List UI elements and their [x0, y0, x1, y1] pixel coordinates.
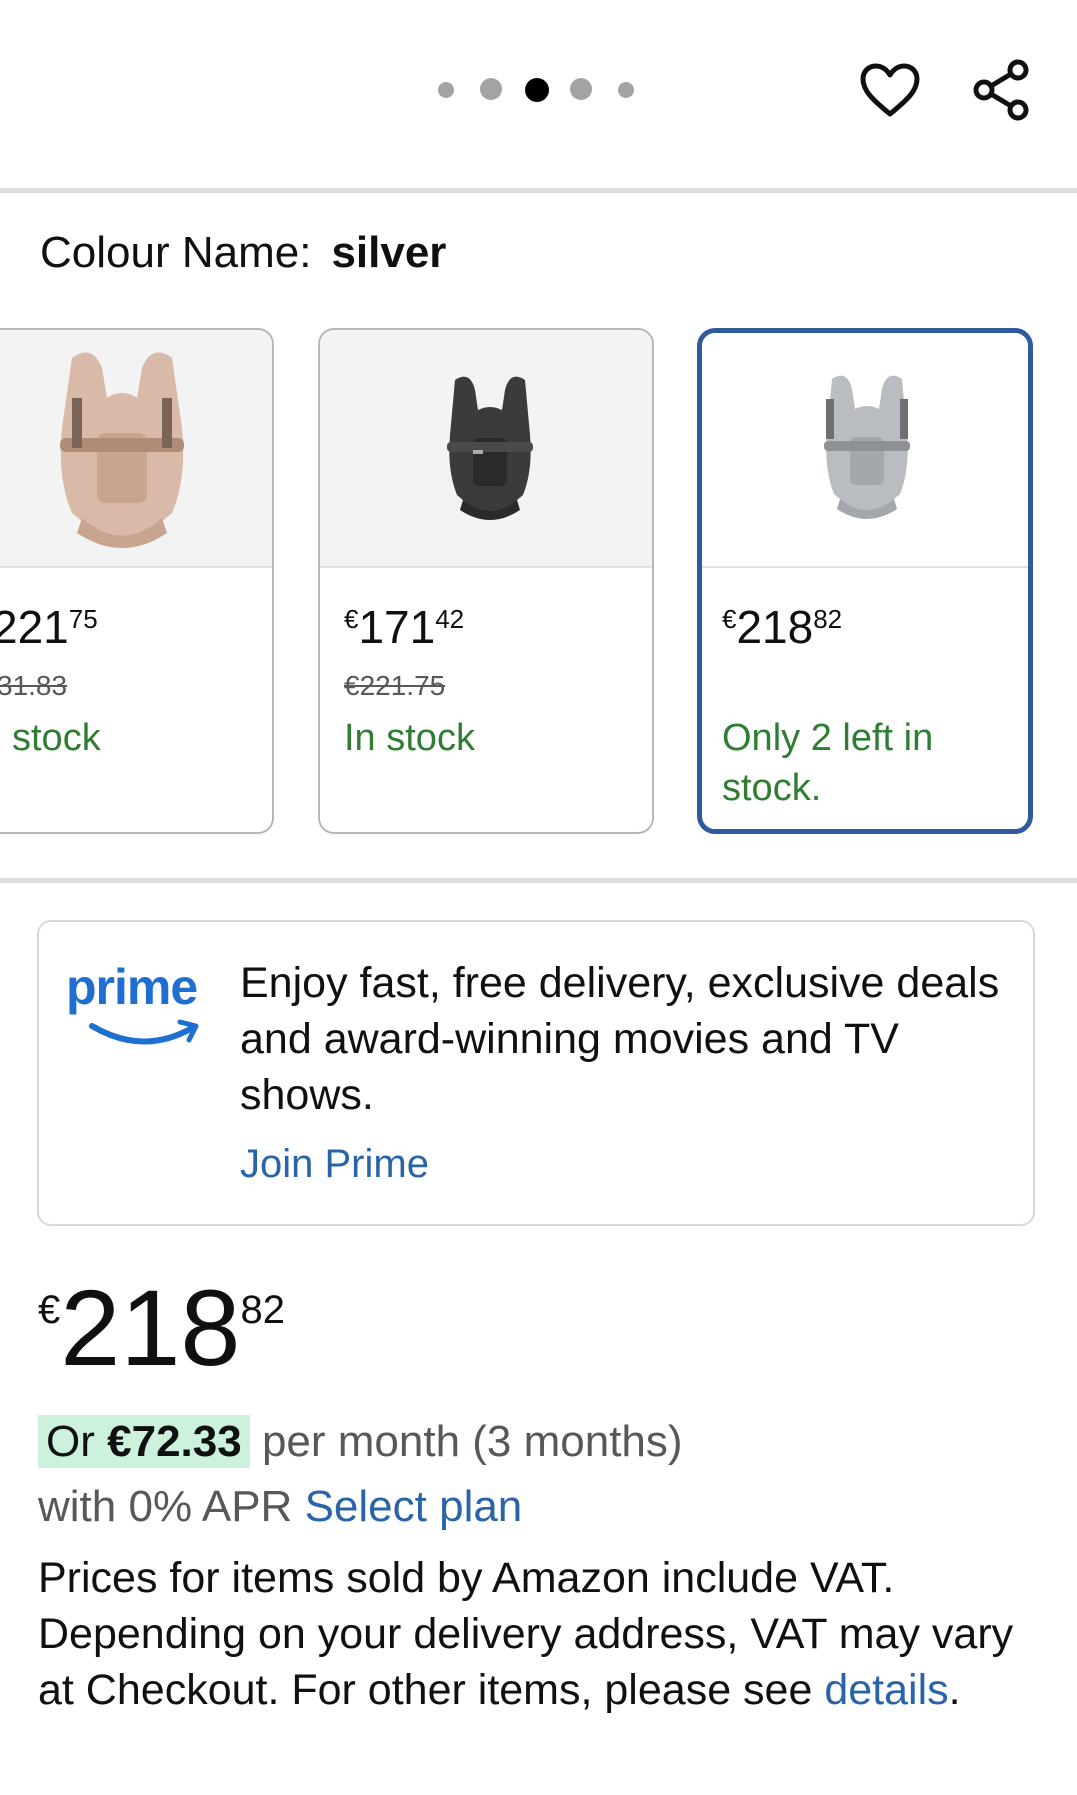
colour-name-label: Colour Name:: [40, 228, 312, 277]
vat-details-link[interactable]: details: [824, 1666, 948, 1714]
carousel-dot-4[interactable]: [570, 78, 592, 100]
vat-notice: Prices for items sold by Amazon include …: [38, 1550, 1048, 1718]
colour-swatch-silver-selected[interactable]: €21882 Only 2 left in stock.: [697, 328, 1033, 834]
share-button[interactable]: [966, 54, 1038, 126]
price-whole: 218: [60, 1267, 241, 1388]
instalment-apr: with 0% APR: [38, 1482, 293, 1531]
swatch-old-price: 31.83: [0, 670, 68, 701]
divider-middle: [0, 878, 1077, 883]
product-price: €21882: [38, 1268, 285, 1388]
baby-carrier-black-image: [447, 376, 533, 520]
swatch-stock-status: In stock: [344, 717, 475, 759]
colour-swatch-pink[interactable]: 22175 31.83 stock: [0, 328, 274, 834]
price-cents: 82: [240, 1288, 285, 1332]
heart-icon: [860, 63, 920, 117]
wishlist-button[interactable]: [854, 54, 926, 126]
swatch-image-area: [320, 330, 652, 568]
instalment-per-month: per month (3 months): [261, 1417, 683, 1466]
swatch-image-area: [0, 330, 272, 568]
swatch-price-currency: €: [722, 604, 737, 634]
carousel-dot-2[interactable]: [480, 78, 502, 100]
swatch-price-whole: 221: [0, 601, 69, 653]
swatch-price: 22175: [0, 600, 98, 654]
prime-logo: prime: [66, 958, 198, 1016]
swatch-price-whole: 171: [358, 601, 436, 653]
swatch-stock-status: stock: [12, 717, 101, 759]
colour-name-value: silver: [331, 228, 447, 277]
baby-carrier-silver-image: [824, 375, 910, 519]
instalment-offer: Or €72.33 per month (3 months): [38, 1412, 683, 1472]
swatch-price-cents: 82: [813, 604, 843, 634]
price-currency: €: [38, 1288, 61, 1332]
baby-carrier-pink-image: [60, 352, 184, 548]
swatch-price-currency: €: [344, 604, 359, 634]
swatch-price-whole: 218: [736, 601, 814, 653]
carousel-dots[interactable]: [430, 70, 640, 110]
colour-name: Colour Name: silver: [40, 228, 446, 278]
instalment-apr-line: with 0% APR Select plan: [38, 1477, 522, 1537]
instalment-amount: €72.33: [107, 1417, 242, 1466]
swatch-price: €21882: [722, 600, 842, 654]
swatch-price: €17142: [344, 600, 464, 654]
swatch-image-area: [702, 333, 1028, 568]
vat-notice-end: .: [948, 1666, 961, 1714]
prime-smile-icon: [89, 1019, 199, 1045]
divider-top: [0, 188, 1077, 193]
swatch-stock-status: Only 2 left in stock.: [722, 717, 934, 809]
prime-logo-text: prime: [66, 959, 198, 1015]
instalment-highlight: Or €72.33: [38, 1415, 250, 1468]
carousel-dot-5[interactable]: [618, 82, 634, 98]
swatch-price-cents: 75: [68, 604, 98, 634]
instalment-or: Or: [46, 1417, 95, 1466]
swatch-price-cents: 42: [435, 604, 465, 634]
colour-swatch-black[interactable]: €17142 €221.75 In stock: [318, 328, 654, 834]
prime-promo-text: Enjoy fast, free delivery, exclusive dea…: [240, 959, 1000, 1119]
share-icon: [973, 59, 1029, 121]
swatch-old-price: €221.75: [344, 670, 446, 701]
join-prime-link[interactable]: Join Prime: [240, 1142, 429, 1187]
carousel-dot-active[interactable]: [525, 78, 549, 102]
carousel-dot-1[interactable]: [438, 82, 454, 98]
select-plan-link[interactable]: Select plan: [305, 1482, 523, 1531]
